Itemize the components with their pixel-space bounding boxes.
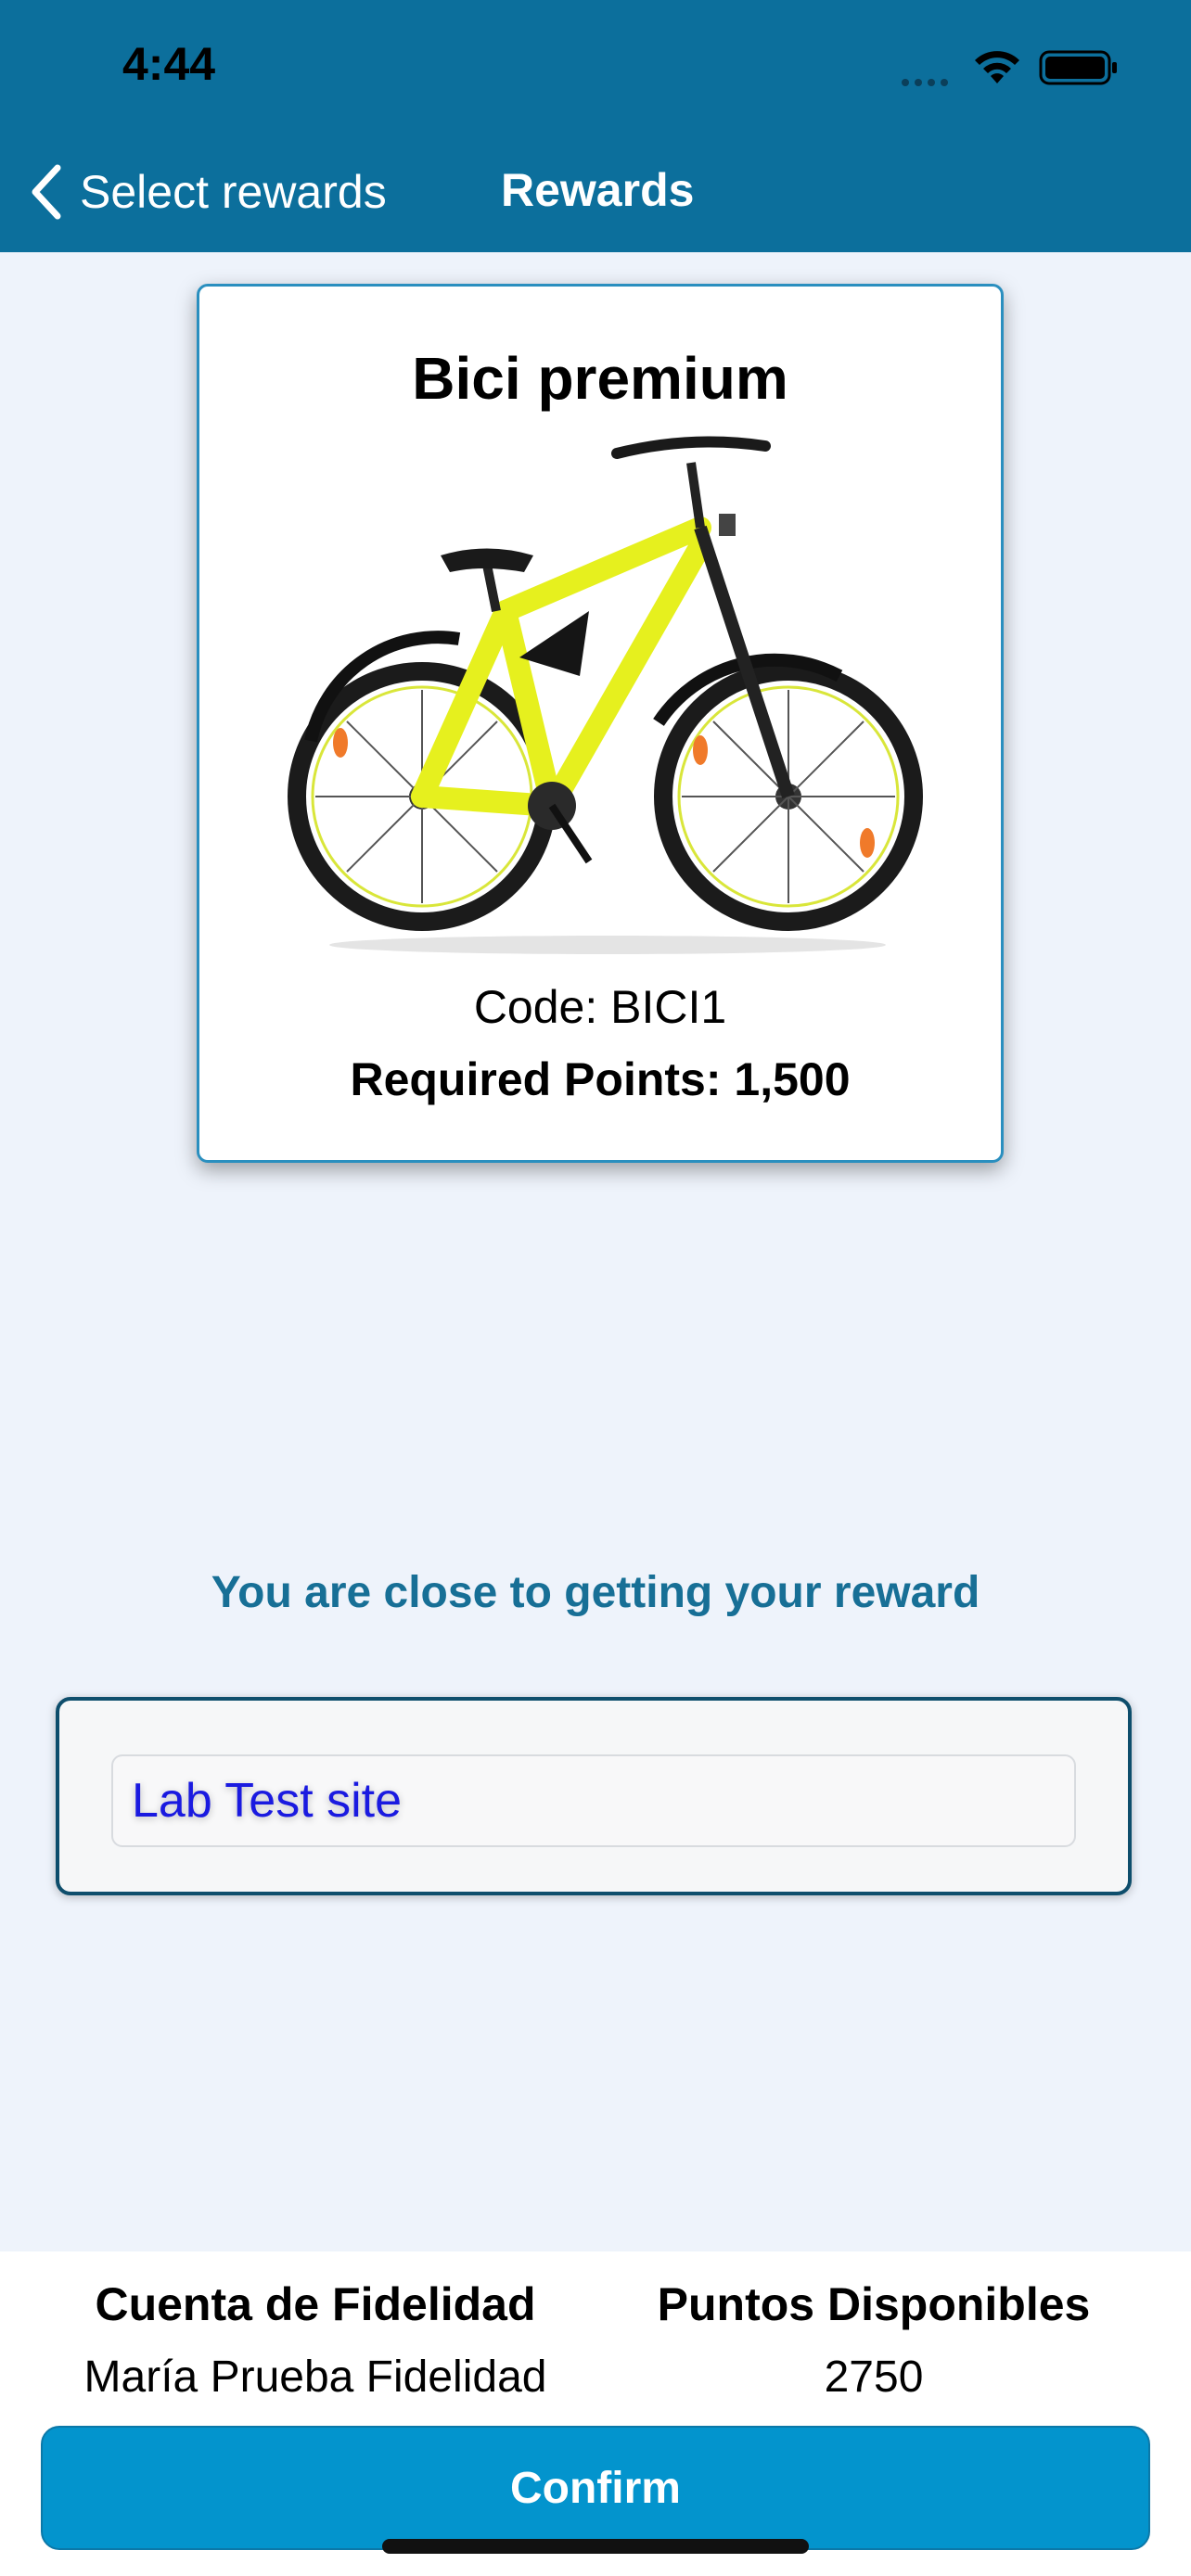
reward-title: Bici premium bbox=[412, 345, 788, 412]
site-value: Lab Test site bbox=[132, 1774, 403, 1828]
points-value: 2750 bbox=[824, 2353, 924, 2402]
page-title: Rewards bbox=[501, 164, 695, 216]
account-label: Cuenta de Fidelidad bbox=[95, 2278, 536, 2330]
nav-header: 4:44 Select rewards Rewards bbox=[0, 0, 1191, 252]
site-field[interactable]: Lab Test site bbox=[111, 1754, 1076, 1847]
confirm-button[interactable]: Confirm bbox=[41, 2426, 1150, 2550]
battery-icon bbox=[1039, 50, 1117, 85]
site-selector-box: Lab Test site bbox=[56, 1697, 1132, 1895]
chevron-left-icon bbox=[32, 164, 61, 220]
bicycle-image bbox=[288, 436, 923, 954]
points-label: Puntos Disponibles bbox=[657, 2278, 1091, 2330]
required-points: Required Points: 1,500 bbox=[350, 1053, 851, 1105]
cellular-signal-icon bbox=[902, 74, 954, 91]
home-indicator bbox=[382, 2539, 809, 2554]
reward-code: Code: BICI1 bbox=[473, 981, 727, 1033]
progress-message: You are close to getting your reward bbox=[211, 1568, 980, 1617]
account-name: María Prueba Fidelidad bbox=[83, 2353, 547, 2402]
back-label: Select rewards bbox=[80, 166, 387, 218]
points-column: Puntos Disponibles 2750 bbox=[596, 2277, 1152, 2403]
reward-card[interactable]: Bici premium Code: BICI1 Required Points… bbox=[197, 284, 1004, 1163]
account-column: Cuenta de Fidelidad María Prueba Fidelid… bbox=[37, 2277, 594, 2403]
status-time: 4:44 bbox=[122, 38, 216, 90]
back-button[interactable]: Select rewards bbox=[30, 159, 387, 224]
wifi-icon bbox=[975, 51, 1019, 83]
